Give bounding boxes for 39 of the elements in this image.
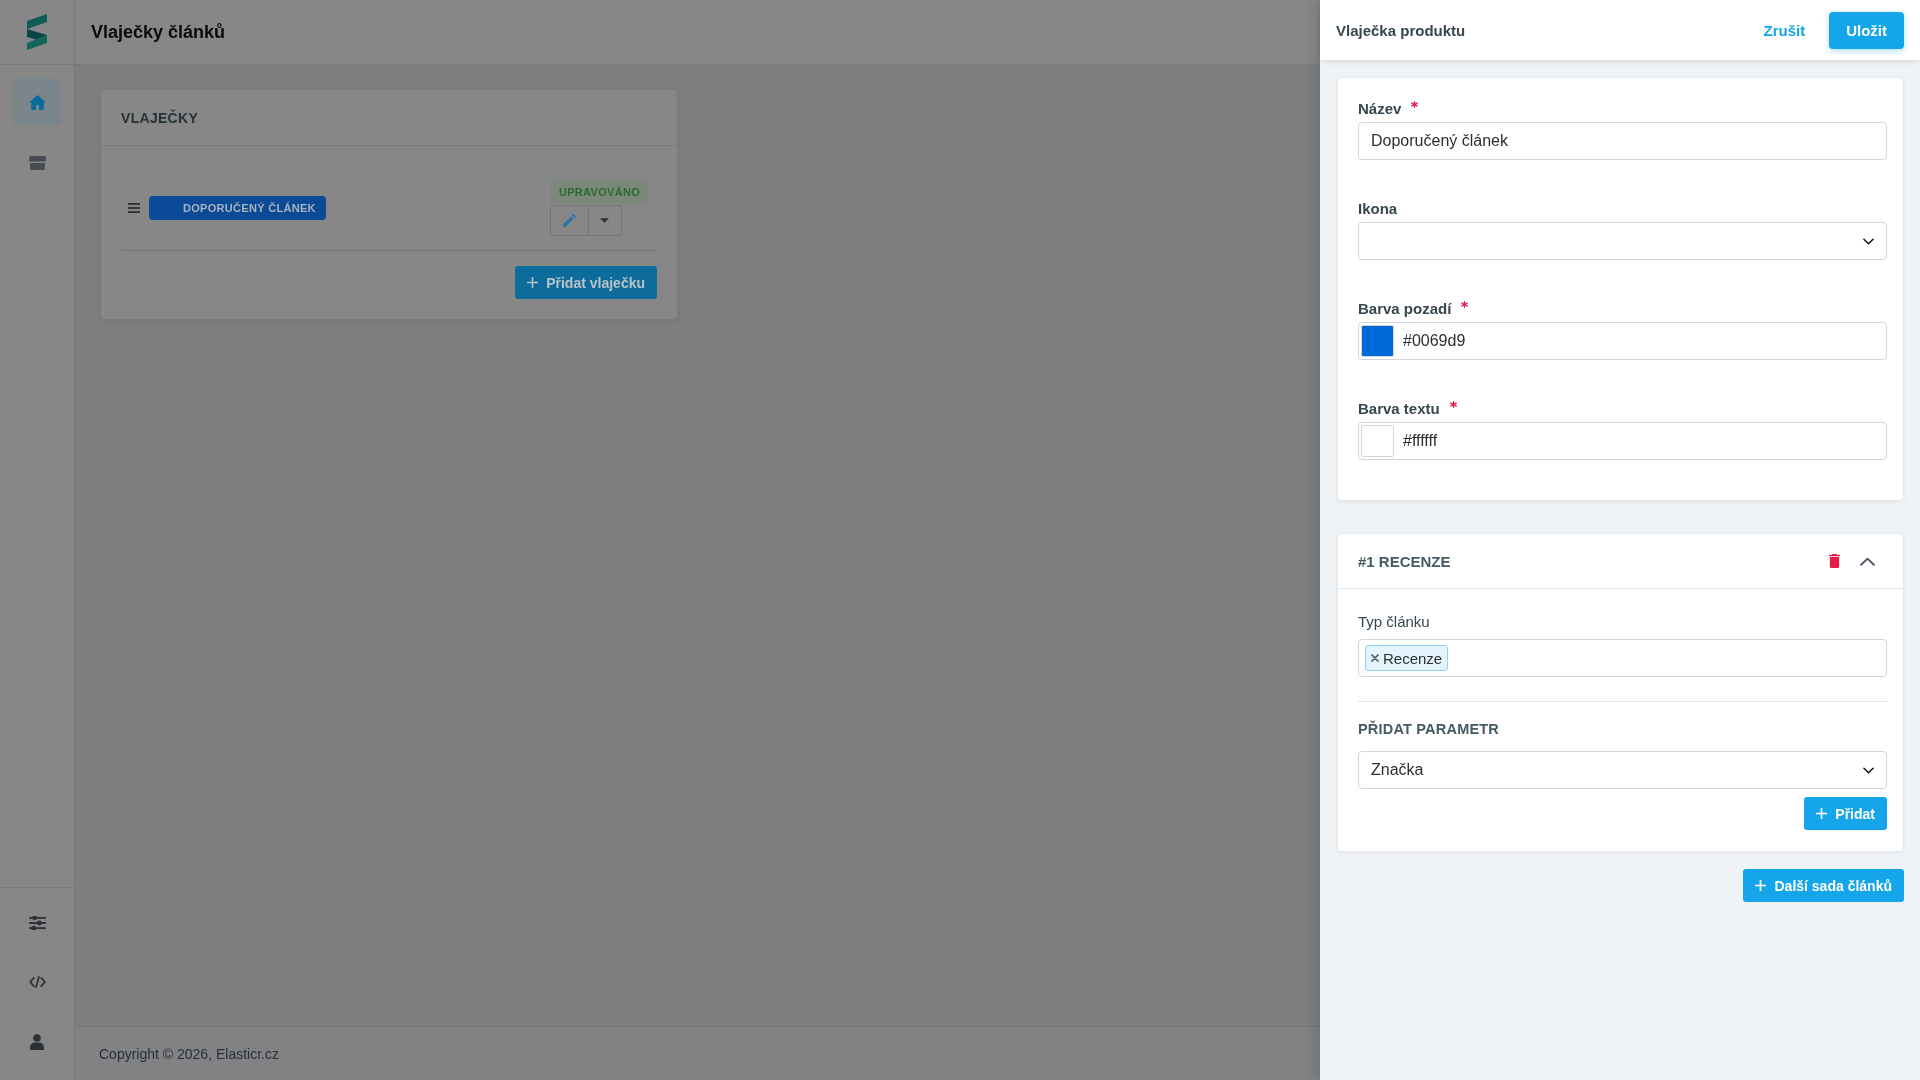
set-title: #1 RECENZE — [1358, 552, 1451, 570]
tag-chip[interactable]: Recenze — [1365, 645, 1449, 671]
chevron-up-icon[interactable] — [1860, 556, 1875, 566]
drag-handle-icon[interactable] — [128, 203, 140, 213]
field-label: Barva textu — [1358, 400, 1440, 418]
color-input[interactable]: #0069d9 — [1358, 322, 1887, 360]
logo-icon[interactable] — [27, 14, 47, 50]
panel-title: Vlaječka produktu — [1336, 21, 1466, 39]
home-icon — [28, 94, 46, 110]
chevron-down-icon — [1863, 237, 1874, 245]
pencil-icon — [562, 214, 576, 227]
card-title: VLAJEČKY — [121, 109, 199, 126]
field-label: Barva pozadí — [1358, 300, 1452, 318]
color-input[interactable]: #ffffff — [1358, 422, 1887, 460]
tag-input-field[interactable]: Recenze — [1358, 639, 1887, 677]
plus-icon — [1816, 808, 1828, 819]
user-icon[interactable] — [30, 1034, 44, 1050]
flag-tag: DOPORUČENÝ ČLÁNEK — [149, 196, 326, 220]
dropdown-button[interactable] — [588, 205, 622, 236]
plus-icon — [527, 277, 539, 288]
page-title: Vlaječky článků — [91, 21, 226, 43]
parameter-select[interactable]: Značka — [1358, 751, 1887, 789]
plus-icon — [1755, 880, 1767, 891]
trash-icon[interactable] — [1829, 554, 1840, 568]
chevron-down-icon — [1863, 766, 1874, 774]
close-icon[interactable] — [1371, 654, 1379, 662]
archive-icon — [28, 156, 46, 170]
sliders-icon[interactable] — [28, 916, 46, 930]
field-label: Název — [1358, 100, 1402, 118]
name-input[interactable]: Doporučený článek — [1358, 122, 1887, 160]
field-label: Ikona — [1358, 200, 1398, 218]
copyright-text: Copyright © 2026, Elasticr.cz — [99, 1045, 279, 1062]
code-icon[interactable] — [28, 976, 46, 988]
color-swatch-icon[interactable] — [1361, 325, 1394, 357]
caret-icon — [600, 218, 610, 223]
status-tag: UPRAVOVÁNO — [549, 180, 649, 203]
section-heading: PŘIDAT PARAMETR — [1358, 721, 1499, 738]
color-swatch-icon[interactable] — [1361, 425, 1394, 457]
field-label: Typ článku — [1358, 613, 1430, 631]
